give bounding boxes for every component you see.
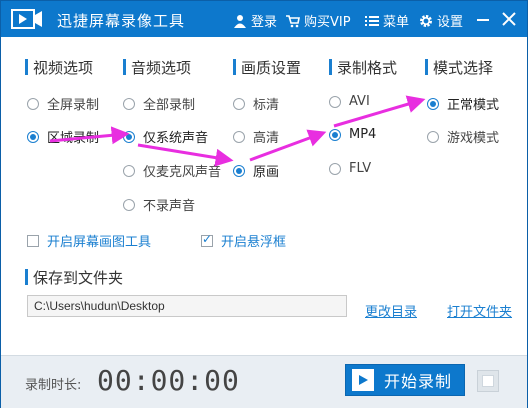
duration-label: 录制时长:: [25, 378, 82, 393]
change-directory-link[interactable]: 更改目录: [365, 301, 417, 320]
radio-audio-system-indicator[interactable]: [123, 130, 135, 143]
radio-format-flv[interactable]: FLV: [329, 161, 371, 176]
stop-icon: [482, 375, 494, 387]
app-window: 迅捷屏幕录像工具 登录 购买VIP 菜单 设置 视频选项 音频选项 画质设置 录…: [0, 0, 528, 408]
title-bar: 迅捷屏幕录像工具 登录 购买VIP 菜单 设置: [1, 1, 527, 37]
radio-mode-game-label: 游戏模式: [447, 131, 500, 146]
buy-vip-button[interactable]: 购买VIP: [286, 11, 351, 30]
radio-format-mp4[interactable]: MP4: [329, 127, 376, 142]
play-icon: [352, 369, 374, 391]
radio-audio-none-label: 不录声音: [143, 199, 196, 214]
checkbox-floating-window-box[interactable]: [201, 232, 213, 247]
footer-bar: 录制时长: 00:00:00 开始录制: [1, 355, 527, 408]
close-button[interactable]: [499, 9, 519, 29]
radio-format-mp4-indicator[interactable]: [329, 128, 341, 141]
radio-format-mp4-label: MP4: [349, 127, 377, 142]
settings-label: 设置: [437, 15, 464, 30]
radio-region[interactable]: 区域录制: [27, 127, 99, 146]
radio-format-avi[interactable]: AVI: [329, 94, 370, 109]
radio-quality-original-indicator[interactable]: [233, 164, 245, 177]
radio-mode-normal-indicator[interactable]: [427, 97, 439, 110]
duration-value: 00:00:00: [97, 364, 240, 397]
user-icon: [234, 14, 246, 28]
checkbox-draw-tool[interactable]: 开启屏幕画图工具: [27, 231, 151, 250]
save-path-input[interactable]: [27, 295, 347, 317]
record-format-title: 录制格式: [329, 57, 397, 78]
checkbox-floating-window[interactable]: 开启悬浮框: [201, 231, 286, 250]
login-label: 登录: [251, 15, 278, 30]
buy-vip-label: 购买VIP: [304, 15, 351, 30]
start-recording-button[interactable]: 开始录制: [345, 364, 465, 396]
radio-audio-system-label: 仅系统声音: [143, 131, 209, 146]
radio-fullscreen-label: 全屏录制: [47, 98, 100, 113]
start-recording-label: 开始录制: [384, 372, 453, 391]
checkbox-floating-window-label: 开启悬浮框: [221, 235, 287, 250]
radio-quality-sd[interactable]: 标清: [233, 94, 279, 113]
radio-audio-none[interactable]: 不录声音: [123, 195, 195, 214]
radio-region-indicator[interactable]: [27, 130, 39, 143]
radio-audio-mic[interactable]: 仅麦克风声音: [123, 161, 221, 180]
radio-mode-game[interactable]: 游戏模式: [427, 127, 499, 146]
menu-button[interactable]: 菜单: [365, 11, 409, 30]
radio-quality-sd-indicator[interactable]: [233, 97, 245, 110]
radio-audio-system[interactable]: 仅系统声音: [123, 127, 208, 146]
menu-icon: [365, 15, 379, 26]
radio-format-flv-label: FLV: [349, 161, 372, 176]
radio-audio-all-label: 全部录制: [143, 98, 196, 113]
radio-quality-original-label: 原画: [253, 165, 280, 180]
checkbox-draw-tool-box[interactable]: [27, 234, 39, 247]
save-folder-title: 保存到文件夹: [25, 267, 123, 288]
radio-fullscreen[interactable]: 全屏录制: [27, 94, 99, 113]
radio-mode-game-indicator[interactable]: [427, 130, 439, 143]
mode-select-title: 模式选择: [425, 57, 493, 78]
quality-settings-title: 画质设置: [233, 57, 301, 78]
radio-format-avi-label: AVI: [349, 94, 370, 109]
cart-icon: [286, 14, 300, 27]
open-folder-link[interactable]: 打开文件夹: [447, 301, 512, 320]
main-panel: 视频选项 音频选项 画质设置 录制格式 模式选择 全屏录制 区域录制 全部录制 …: [1, 37, 527, 355]
gear-icon: [420, 14, 432, 27]
radio-fullscreen-indicator[interactable]: [27, 97, 39, 110]
settings-button[interactable]: 设置: [419, 11, 463, 30]
radio-quality-hd-label: 高清: [253, 131, 280, 146]
radio-audio-mic-indicator[interactable]: [123, 164, 135, 177]
radio-region-label: 区域录制: [47, 131, 100, 146]
radio-audio-all[interactable]: 全部录制: [123, 94, 195, 113]
radio-format-flv-indicator[interactable]: [329, 162, 341, 175]
radio-quality-sd-label: 标清: [253, 98, 280, 113]
stop-button[interactable]: [477, 370, 499, 392]
audio-options-title: 音频选项: [123, 57, 191, 78]
login-button[interactable]: 登录: [233, 11, 277, 30]
minimize-button[interactable]: [473, 9, 493, 29]
close-icon: [502, 12, 516, 26]
radio-quality-hd-indicator[interactable]: [233, 130, 245, 143]
app-logo-icon: [11, 9, 42, 29]
radio-audio-none-indicator[interactable]: [123, 198, 135, 211]
radio-audio-all-indicator[interactable]: [123, 97, 135, 110]
minimize-icon: [477, 19, 489, 21]
app-title: 迅捷屏幕录像工具: [57, 12, 186, 30]
video-options-title: 视频选项: [25, 57, 93, 78]
radio-quality-original[interactable]: 原画: [233, 161, 279, 180]
radio-quality-hd[interactable]: 高清: [233, 127, 279, 146]
radio-format-avi-indicator[interactable]: [329, 95, 341, 108]
menu-label: 菜单: [383, 15, 410, 30]
checkbox-draw-tool-label: 开启屏幕画图工具: [47, 235, 152, 250]
radio-mode-normal-label: 正常模式: [447, 98, 500, 113]
radio-mode-normal[interactable]: 正常模式: [427, 94, 499, 113]
radio-audio-mic-label: 仅麦克风声音: [143, 165, 222, 180]
